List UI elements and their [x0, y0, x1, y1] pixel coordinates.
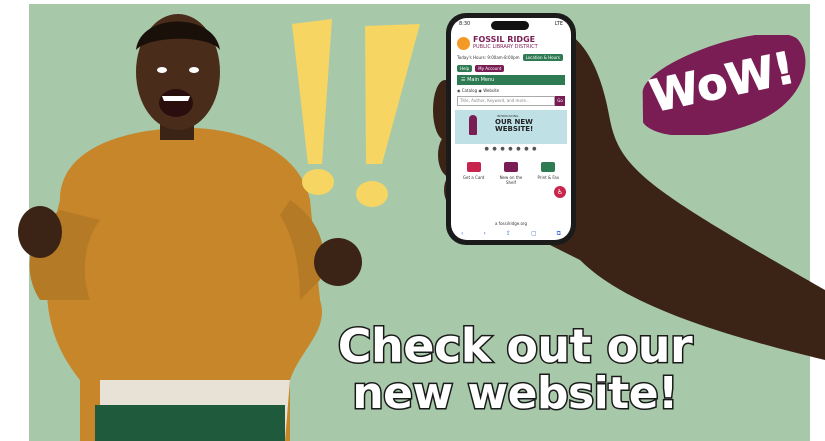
main-menu-label: Main Menu	[467, 77, 495, 83]
radio-website-label: Website	[483, 88, 500, 93]
help-button[interactable]: Help	[457, 65, 473, 72]
banner-title: OUR NEW WEBSITE!	[495, 119, 533, 133]
main-menu-button[interactable]: ☰ Main Menu	[457, 75, 565, 85]
logo-title: FOSSIL RIDGE	[473, 35, 536, 44]
tile-print-fax[interactable]: Print & Fax	[533, 162, 563, 185]
my-account-button[interactable]: My Account	[475, 65, 505, 72]
promo-graphic: 8:30 LTE FOSSIL RIDGE PUBLIC LIBRARY DIS…	[0, 0, 825, 441]
accessibility-icon[interactable]: ♿	[554, 186, 566, 198]
new-website-banner[interactable]: INTRODUCING OUR NEW WEBSITE!	[455, 110, 567, 144]
share-icon[interactable]: ⇪	[506, 230, 511, 238]
library-logo-icon	[457, 36, 470, 50]
bookmarks-icon[interactable]: ▢	[531, 230, 537, 238]
forward-icon[interactable]: ›	[483, 230, 485, 238]
radio-catalog-label: Catalog	[461, 88, 478, 93]
tile-new-on-shelf[interactable]: New on the Shelf	[496, 162, 526, 185]
headline-line2: new website!	[351, 368, 680, 419]
search-input[interactable]: Title, Author, Keyword, and more...	[457, 96, 555, 106]
browser-url-bar[interactable]: a fossilridge.org	[451, 221, 571, 226]
radio-website[interactable]: ◉ Website	[478, 88, 499, 93]
logo-subtitle: PUBLIC LIBRARY DISTRICT	[473, 44, 538, 50]
quick-links: Get a Card New on the Shelf Print & Fax	[451, 152, 571, 185]
radio-catalog[interactable]: ◉ Catalog	[457, 88, 477, 93]
card-icon	[466, 162, 481, 172]
phone-screen: 8:30 LTE FOSSIL RIDGE PUBLIC LIBRARY DIS…	[451, 18, 571, 240]
headline-line1: Check out our	[336, 319, 694, 373]
search-button[interactable]: Go	[555, 96, 565, 106]
smartphone: 8:30 LTE FOSSIL RIDGE PUBLIC LIBRARY DIS…	[446, 13, 576, 245]
hours-row: Today's Hours: 9:00am-8:00pm Location & …	[451, 50, 571, 61]
banner-line2: WEBSITE!	[495, 125, 534, 133]
printer-icon	[541, 162, 556, 172]
tabs-icon[interactable]: ⧉	[557, 230, 561, 238]
rocket-icon	[469, 115, 477, 135]
headline: Check out our new website!	[290, 319, 740, 420]
account-row: Help My Account	[451, 61, 571, 72]
hours-text: Today's Hours: 9:00am-8:00pm	[457, 55, 520, 60]
wow-sticker: WoW!	[642, 35, 806, 135]
status-signal: LTE	[554, 21, 563, 27]
tile-label: New on the Shelf	[499, 175, 523, 185]
status-time: 8:30	[459, 21, 471, 27]
back-icon[interactable]: ‹	[461, 230, 463, 238]
library-logo[interactable]: FOSSIL RIDGE PUBLIC LIBRARY DISTRICT	[451, 30, 571, 50]
tile-label: Get a Card	[462, 175, 485, 180]
phone-notch	[491, 21, 529, 30]
search-scope-radios: ◉ Catalog ◉ Website	[451, 85, 571, 93]
location-hours-button[interactable]: Location & Hours	[522, 54, 563, 61]
books-icon	[503, 162, 518, 172]
catalog-search: Title, Author, Keyword, and more... Go	[457, 96, 565, 106]
tile-label: Print & Fax	[537, 175, 560, 180]
browser-nav-bar: ‹ › ⇪ ▢ ⧉	[451, 230, 571, 238]
tile-get-a-card[interactable]: Get a Card	[459, 162, 489, 185]
